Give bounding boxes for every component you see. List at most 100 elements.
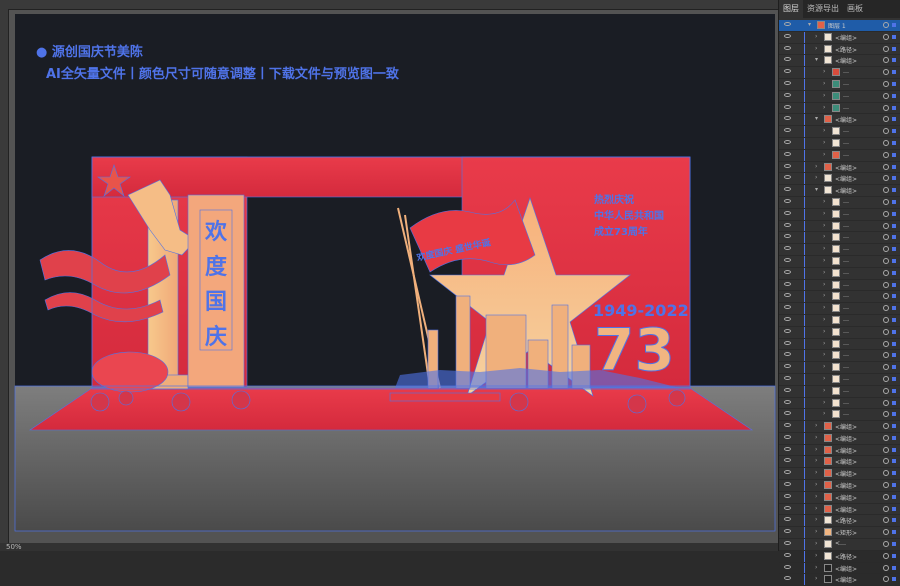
target-circle-icon[interactable]	[883, 493, 889, 500]
layer-row[interactable]: › <路径>	[779, 515, 900, 528]
layer-row[interactable]: ›…	[779, 267, 900, 280]
tab-layers[interactable]: 图层	[779, 0, 803, 18]
expand-chevron-icon[interactable]: ›	[815, 174, 817, 181]
visibility-eye-icon[interactable]	[784, 517, 791, 522]
layer-row[interactable]: ›…	[779, 362, 900, 374]
expand-chevron-icon[interactable]: ›	[815, 434, 817, 441]
selection-square-icon[interactable]	[892, 317, 896, 322]
expand-chevron-icon[interactable]: ›	[823, 233, 825, 240]
selection-square-icon[interactable]	[892, 365, 896, 370]
selection-square-icon[interactable]	[892, 199, 896, 204]
layer-row[interactable]: ›…	[779, 78, 900, 91]
tab-asset-export[interactable]: 资源导出	[803, 0, 843, 18]
selection-square-icon[interactable]	[892, 81, 896, 86]
expand-chevron-icon[interactable]: ›	[823, 257, 825, 264]
visibility-eye-icon[interactable]	[784, 458, 791, 463]
visibility-eye-icon[interactable]	[784, 434, 791, 439]
expand-chevron-icon[interactable]: ›	[815, 505, 817, 512]
selection-square-icon[interactable]	[892, 435, 896, 440]
expand-chevron-icon[interactable]: ›	[815, 528, 817, 535]
expand-chevron-icon[interactable]: ›	[823, 363, 825, 370]
layer-row[interactable]: › <路径>	[779, 43, 900, 56]
layer-row[interactable]: › <编组>	[779, 31, 900, 44]
visibility-eye-icon[interactable]	[784, 446, 791, 451]
selection-square-icon[interactable]	[892, 270, 896, 275]
selection-square-icon[interactable]	[892, 376, 896, 381]
visibility-eye-icon[interactable]	[784, 222, 791, 227]
layer-row[interactable]: › <编组>	[779, 432, 900, 445]
expand-chevron-icon[interactable]: ›	[823, 151, 825, 158]
expand-chevron-icon[interactable]: ›	[823, 68, 825, 75]
selection-square-icon[interactable]	[892, 129, 896, 134]
selection-square-icon[interactable]	[892, 353, 896, 358]
expand-chevron-icon[interactable]: ›	[823, 127, 825, 134]
expand-chevron-icon[interactable]: ›	[815, 540, 817, 547]
selection-square-icon[interactable]	[892, 117, 896, 122]
expand-chevron-icon[interactable]: ›	[815, 33, 817, 40]
expand-chevron-icon[interactable]: ›	[815, 469, 817, 476]
layer-row[interactable]: ›…	[779, 279, 900, 292]
visibility-eye-icon[interactable]	[784, 470, 791, 475]
expand-chevron-icon[interactable]: ▾	[815, 115, 818, 122]
expand-chevron-icon[interactable]: ›	[823, 328, 825, 335]
expand-chevron-icon[interactable]: ›	[815, 163, 817, 170]
selection-square-icon[interactable]	[892, 223, 896, 228]
target-circle-icon[interactable]	[883, 246, 889, 253]
selection-square-icon[interactable]	[892, 70, 896, 75]
layer-row[interactable]: ›…	[779, 149, 900, 162]
expand-chevron-icon[interactable]: ▾	[808, 21, 811, 28]
expand-chevron-icon[interactable]: ›	[823, 316, 825, 323]
selection-square-icon[interactable]	[892, 46, 896, 51]
visibility-eye-icon[interactable]	[784, 128, 791, 133]
selection-square-icon[interactable]	[892, 294, 896, 299]
visibility-eye-icon[interactable]	[784, 57, 791, 62]
visibility-eye-icon[interactable]	[784, 22, 791, 26]
target-circle-icon[interactable]	[883, 305, 889, 312]
target-circle-icon[interactable]	[883, 564, 889, 571]
target-circle-icon[interactable]	[883, 505, 889, 512]
expand-chevron-icon[interactable]: ›	[823, 399, 825, 406]
visibility-eye-icon[interactable]	[784, 305, 791, 310]
layer-row[interactable]: › <编组>	[779, 574, 900, 586]
visibility-eye-icon[interactable]	[784, 399, 791, 404]
visibility-eye-icon[interactable]	[784, 234, 791, 239]
selection-square-icon[interactable]	[892, 577, 896, 582]
expand-chevron-icon[interactable]: ›	[823, 387, 825, 394]
selection-square-icon[interactable]	[892, 341, 896, 346]
expand-chevron-icon[interactable]: ›	[823, 92, 825, 99]
visibility-eye-icon[interactable]	[784, 328, 791, 333]
layer-row[interactable]: ›…	[779, 232, 900, 245]
selection-square-icon[interactable]	[892, 459, 896, 464]
target-circle-icon[interactable]	[883, 187, 889, 194]
target-circle-icon[interactable]	[883, 316, 889, 323]
selection-square-icon[interactable]	[892, 306, 896, 311]
selection-square-icon[interactable]	[892, 412, 896, 417]
expand-chevron-icon[interactable]: ›	[815, 446, 817, 453]
layer-row[interactable]: ›…	[779, 196, 900, 209]
selection-square-icon[interactable]	[892, 176, 896, 181]
visibility-eye-icon[interactable]	[784, 163, 791, 168]
visibility-eye-icon[interactable]	[784, 92, 791, 97]
target-circle-icon[interactable]	[883, 470, 889, 477]
visibility-eye-icon[interactable]	[784, 69, 791, 74]
layer-row[interactable]: ›…	[779, 397, 900, 410]
selection-square-icon[interactable]	[892, 400, 896, 405]
layer-row[interactable]: ›…	[779, 314, 900, 327]
expand-chevron-icon[interactable]: ›	[815, 552, 817, 559]
selection-square-icon[interactable]	[892, 140, 896, 145]
expand-chevron-icon[interactable]: ›	[823, 222, 825, 229]
selection-square-icon[interactable]	[892, 105, 896, 110]
layer-row[interactable]: ›…	[779, 326, 900, 339]
visibility-eye-icon[interactable]	[784, 269, 791, 274]
selection-square-icon[interactable]	[892, 247, 896, 252]
layer-row[interactable]: › <编组>	[779, 468, 900, 481]
selection-square-icon[interactable]	[892, 424, 896, 429]
layer-row[interactable]: › <编组>	[779, 503, 900, 516]
expand-chevron-icon[interactable]: ›	[823, 281, 825, 288]
visibility-eye-icon[interactable]	[784, 552, 791, 557]
layer-row[interactable]: › <路径>	[779, 550, 900, 563]
selection-square-icon[interactable]	[892, 553, 896, 558]
selection-square-icon[interactable]	[892, 58, 896, 63]
target-circle-icon[interactable]	[883, 45, 889, 52]
visibility-eye-icon[interactable]	[784, 45, 791, 50]
